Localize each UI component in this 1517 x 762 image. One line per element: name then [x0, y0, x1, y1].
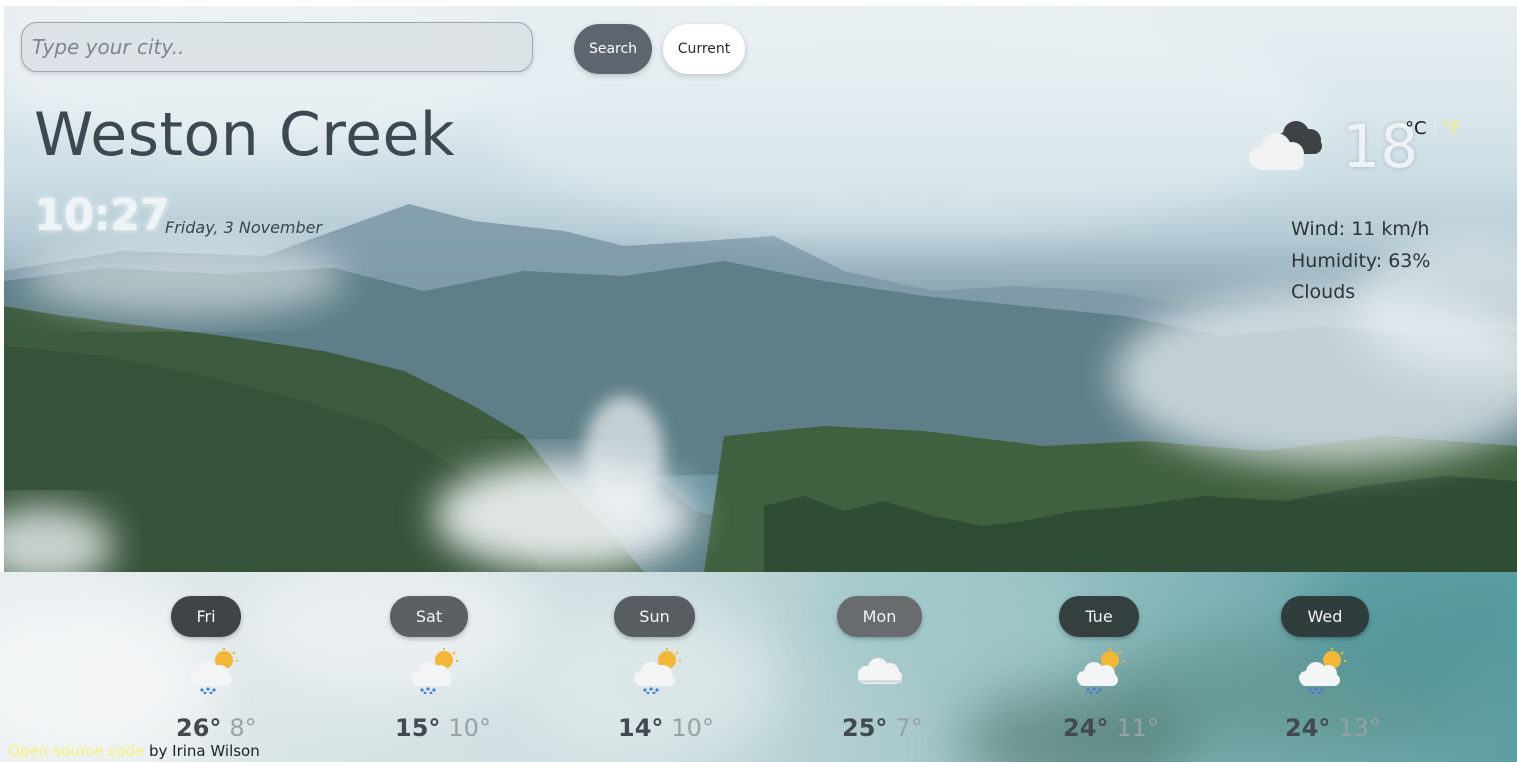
cloudy-icon: [1246, 112, 1330, 174]
forecast-max: 14°: [618, 714, 664, 742]
fahrenheit-toggle[interactable]: °F: [1442, 118, 1461, 139]
weather-description: Clouds: [1291, 281, 1356, 303]
partly-sunny-rain-icon: [1294, 648, 1350, 695]
forecast-max: 24°: [1285, 714, 1331, 742]
forecast-day-label: Wed: [1281, 596, 1369, 637]
cloud-icon: [852, 648, 908, 694]
partly-sunny-rain-icon: [406, 648, 462, 695]
forecast-max: 24°: [1063, 714, 1109, 742]
footer: Open-source code by Irina Wilson: [8, 742, 260, 760]
forecast-max: 26°: [176, 714, 222, 742]
forecast-min: 8°: [229, 714, 257, 742]
forecast-min: 13°: [1338, 714, 1381, 742]
forecast-min: 10°: [448, 714, 491, 742]
celsius-toggle[interactable]: °C: [1405, 118, 1427, 139]
forecast-max: 25°: [842, 714, 888, 742]
forecast-temps: 24° 11°: [1063, 714, 1159, 742]
forecast-day-label: Sun: [614, 596, 695, 637]
forecast-temps: 25° 7°: [842, 714, 923, 742]
forecast-max: 15°: [395, 714, 441, 742]
search-button[interactable]: Search: [574, 24, 652, 74]
partly-sunny-rain-icon: [629, 648, 685, 695]
forecast-min: 7°: [895, 714, 923, 742]
forecast-temps: 24° 13°: [1285, 714, 1381, 742]
forecast-day-label: Tue: [1059, 596, 1139, 637]
partly-sunny-rain-icon: [1072, 648, 1128, 695]
partly-sunny-rain-icon: [186, 648, 242, 695]
city-name: Weston Creek: [34, 100, 456, 170]
forecast-temps: 14° 10°: [618, 714, 714, 742]
forecast-day-label: Sat: [390, 596, 468, 637]
current-date: Friday, 3 November: [165, 218, 323, 237]
forecast-min: 10°: [671, 714, 714, 742]
forecast-day-label: Fri: [171, 596, 241, 637]
unit-separator: |: [1432, 118, 1439, 139]
forecast-day-label: Mon: [837, 596, 922, 637]
current-location-button[interactable]: Current: [663, 24, 745, 74]
author-credit: by Irina Wilson: [144, 742, 260, 760]
search-input[interactable]: [21, 22, 533, 72]
forecast-temps: 15° 10°: [395, 714, 491, 742]
forecast-temps: 26° 8°: [176, 714, 257, 742]
humidity: Humidity: 63%: [1291, 249, 1431, 272]
weather-details: Wind: 11 km/h Humidity: 63% Clouds: [1291, 214, 1430, 309]
forecast-min: 11°: [1116, 714, 1159, 742]
current-time: 10:27: [34, 190, 170, 241]
open-source-link[interactable]: Open-source code: [8, 742, 144, 760]
wind-speed: Wind: 11 km/h: [1291, 218, 1430, 240]
